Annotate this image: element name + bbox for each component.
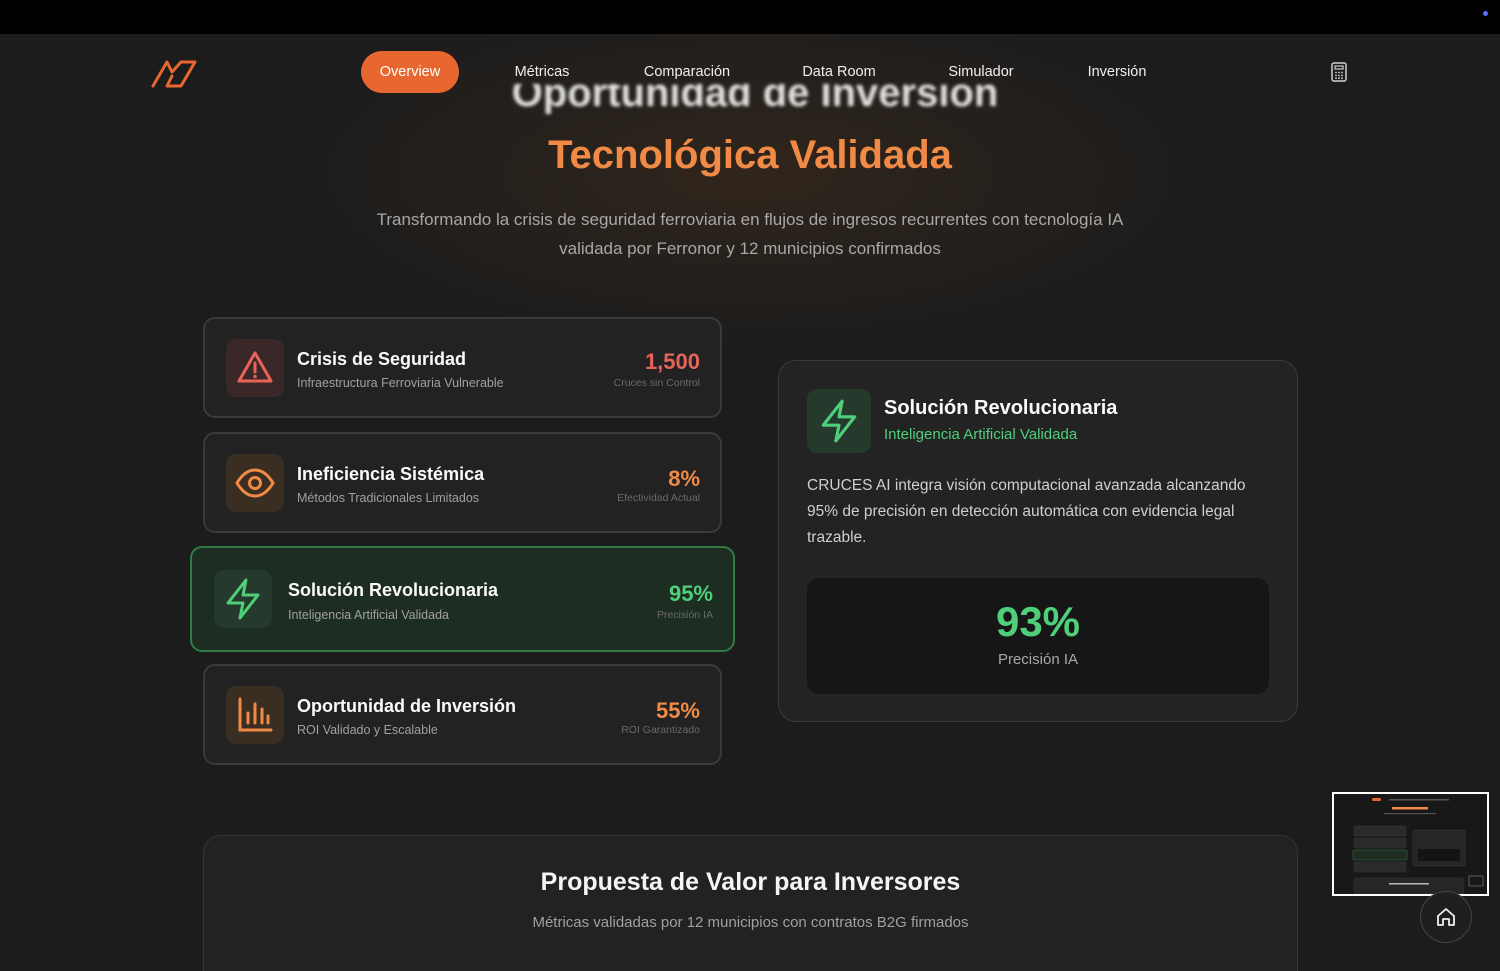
value-proposition-section: Propuesta de Valor para Inversores Métri… [203, 835, 1298, 971]
card-subtitle: Métodos Tradicionales Limitados [297, 491, 480, 505]
card-subtitle: Infraestructura Ferroviaria Vulnerable [297, 376, 504, 390]
detail-icon-box [807, 389, 871, 453]
minimap-preview [1334, 794, 1487, 894]
lightning-icon [226, 578, 260, 620]
page-minimap-thumbnail[interactable] [1332, 792, 1489, 896]
detail-stat-label: Precisión IA [997, 651, 1079, 668]
card-value-label: Precisión IA [656, 609, 713, 621]
card-subtitle: ROI Validado y Escalable [297, 723, 438, 737]
card-title: Oportunidad de Inversión [297, 696, 517, 716]
detail-title: Solución Revolucionaria [884, 397, 1118, 419]
card-value: 8% [668, 466, 700, 491]
value-section-subtitle: Métricas validadas por 12 municipios con… [532, 914, 969, 931]
eye-icon-box [226, 454, 284, 512]
detail-subtitle: Inteligencia Artificial Validada [884, 426, 1078, 443]
lightning-icon-box [214, 570, 272, 628]
hero-subtitle: Transformando la crisis de seguridad fer… [350, 205, 1150, 263]
card-title: Ineficiencia Sistémica [297, 464, 485, 484]
eye-icon [235, 468, 275, 498]
card-value-label: ROI Garantizado [621, 724, 700, 736]
value-section-title: Propuesta de Valor para Inversores [540, 868, 961, 896]
card-title: Crisis de Seguridad [297, 349, 467, 369]
home-button[interactable] [1420, 891, 1472, 943]
hero-title: Tecnológica Validada [548, 133, 952, 177]
brand-logo[interactable] [150, 56, 198, 90]
card-ineficiencia[interactable]: Ineficiencia Sistémica Métodos Tradicion… [203, 432, 722, 533]
warning-icon-box [226, 339, 284, 397]
system-top-bar [0, 0, 1500, 34]
hero-subtitle-line-2: validada por Ferronor y 12 municipios co… [559, 239, 941, 258]
card-crisis-seguridad[interactable]: Crisis de Seguridad Infraestructura Ferr… [203, 317, 722, 418]
card-title: Solución Revolucionaria [288, 580, 499, 600]
warning-icon [237, 351, 273, 383]
nav-inversion[interactable]: Inversión [1071, 51, 1163, 93]
bar-chart-icon [238, 697, 273, 732]
card-value-label: Efectividad Actual [617, 492, 700, 504]
nav-overview[interactable]: Overview [361, 51, 459, 93]
card-value: 55% [655, 698, 700, 723]
card-value-label: Cruces sin Control [613, 377, 700, 389]
detail-stat-box: 93% Precisión IA [807, 578, 1269, 694]
calculator-icon[interactable] [1328, 61, 1350, 83]
detail-stat-value: 93% [995, 598, 1081, 645]
lightning-icon [821, 399, 857, 443]
hero-title-partial: Oportunidad de Inversión [511, 84, 999, 114]
detail-panel: Solución Revolucionaria Inteligencia Art… [778, 360, 1298, 722]
card-solucion-revolucionaria[interactable]: Solución Revolucionaria Inteligencia Art… [190, 546, 735, 652]
card-oportunidad-inversion[interactable]: Oportunidad de Inversión ROI Validado y … [203, 664, 722, 765]
hero-subtitle-line-1: Transformando la crisis de seguridad fer… [376, 210, 1124, 229]
card-value: 1,500 [644, 349, 700, 374]
home-icon [1437, 908, 1455, 926]
detail-description: CRUCES AI integra visión computacional a… [807, 477, 1246, 546]
status-dot [1483, 11, 1488, 16]
card-value: 95% [668, 581, 713, 606]
card-subtitle: Inteligencia Artificial Validada [288, 608, 449, 622]
bar-chart-icon-box [226, 686, 284, 744]
